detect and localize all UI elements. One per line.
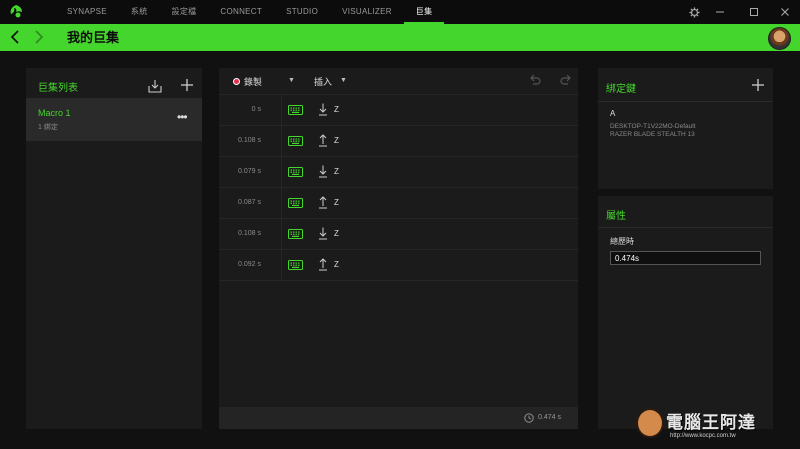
duration-field[interactable] (610, 251, 761, 265)
nav-profiles[interactable]: 設定檔 (160, 0, 209, 24)
macro-event-row[interactable]: 0.108 s Z (219, 218, 578, 249)
duration-label: 總歷時 (610, 237, 634, 246)
nav-connect[interactable]: CONNECT (208, 0, 274, 24)
undo-icon[interactable] (528, 73, 542, 87)
macro-event-row[interactable]: 0.092 s Z (219, 249, 578, 280)
page-title: 我的巨集 (67, 30, 120, 45)
event-key: Z (334, 229, 339, 238)
keyboard-icon (288, 260, 303, 270)
back-arrow-icon[interactable] (8, 29, 24, 45)
main-nav: SYNAPSE 系統 設定檔 CONNECT STUDIO VISUALIZER… (55, 0, 445, 24)
event-delay[interactable]: 0.108 s (219, 137, 261, 144)
gear-icon[interactable] (682, 0, 706, 24)
event-delay[interactable]: 0.092 s (219, 261, 261, 268)
device-profile: DESKTOP-T1V22MO-Default (610, 123, 696, 130)
record-dot-icon (233, 78, 240, 85)
keyboard-icon (288, 105, 303, 115)
add-macro-icon[interactable] (180, 78, 194, 92)
macro-event-list: 0 s Z 0.108 s Z 0.079 s Z 0.087 s Z 0.108 s Z 0.09… (219, 94, 578, 281)
insert-dropdown-icon[interactable]: ▼ (340, 77, 347, 84)
macro-list-panel: 巨集列表 Macro 1 1 綁定 ••• (26, 68, 202, 429)
divider (219, 280, 578, 281)
razer-logo-icon[interactable] (7, 3, 25, 21)
more-options-icon[interactable]: ••• (177, 110, 188, 124)
editor-footer: 0.474 s (219, 407, 578, 429)
macro-event-row[interactable]: 0.087 s Z (219, 187, 578, 218)
event-key: Z (334, 260, 339, 269)
record-button[interactable]: 錄製 (233, 75, 262, 88)
minimize-icon[interactable] (708, 0, 732, 24)
macro-event-row[interactable]: 0.079 s Z (219, 156, 578, 187)
title-bar: SYNAPSE 系統 設定檔 CONNECT STUDIO VISUALIZER… (0, 0, 800, 24)
event-key: Z (334, 167, 339, 176)
key-up-arrow-icon (319, 258, 327, 271)
total-duration: 0.474 s (538, 414, 561, 421)
event-key: Z (334, 105, 339, 114)
binding-panel: 綁定鍵 A DESKTOP-T1V22MO-Default RAZER BLAD… (598, 68, 773, 189)
event-delay[interactable]: 0.108 s (219, 230, 261, 237)
binding-title: 綁定鍵 (606, 84, 636, 95)
attributes-panel: 屬性 總歷時 (598, 196, 773, 429)
key-up-arrow-icon (319, 196, 327, 209)
avatar[interactable] (768, 27, 791, 50)
key-down-arrow-icon (319, 103, 327, 116)
forward-arrow-icon[interactable] (30, 29, 46, 45)
record-dropdown-icon[interactable]: ▼ (288, 77, 295, 84)
macro-event-row[interactable]: 0 s Z (219, 94, 578, 125)
keyboard-icon (288, 198, 303, 208)
nav-visualizer[interactable]: VISUALIZER (330, 0, 404, 24)
clock-icon (524, 413, 534, 423)
maximize-icon[interactable] (742, 0, 766, 24)
macro-name: Macro 1 (38, 108, 71, 118)
keyboard-icon (288, 167, 303, 177)
watermark-mascot-icon (636, 408, 664, 438)
event-delay[interactable]: 0 s (219, 106, 261, 113)
device-name: RAZER BLADE STEALTH 13 (610, 131, 695, 138)
key-down-arrow-icon (319, 227, 327, 240)
divider (598, 227, 773, 228)
insert-button[interactable]: 插入 (314, 75, 332, 88)
macro-event-row[interactable]: 0.108 s Z (219, 125, 578, 156)
keyboard-icon (288, 229, 303, 239)
page-header: 我的巨集 (0, 24, 800, 51)
watermark-url: http://www.kocpc.com.tw (670, 433, 736, 439)
watermark-text: 電腦王阿達 (666, 413, 756, 432)
event-key: Z (334, 136, 339, 145)
nav-studio[interactable]: STUDIO (274, 0, 330, 24)
divider (598, 101, 773, 102)
macro-editor-panel: 錄製 ▼ 插入 ▼ 0 s Z 0.108 s Z 0.079 s Z 0.087 s Z 0.… (219, 68, 578, 429)
nav-synapse[interactable]: SYNAPSE (55, 0, 119, 24)
macro-list-title: 巨集列表 (38, 83, 78, 94)
nav-system[interactable]: 系統 (119, 0, 160, 24)
bound-key[interactable]: A (610, 109, 615, 118)
nav-macro[interactable]: 巨集 (403, 0, 445, 24)
import-icon[interactable] (148, 79, 162, 93)
key-up-arrow-icon (319, 134, 327, 147)
add-binding-icon[interactable] (751, 78, 765, 92)
record-label: 錄製 (244, 77, 263, 87)
event-key: Z (334, 198, 339, 207)
macro-binding-count: 1 綁定 (38, 124, 58, 131)
bound-device: DESKTOP-T1V22MO-Default RAZER BLADE STEA… (610, 123, 696, 139)
event-delay[interactable]: 0.087 s (219, 199, 261, 206)
event-delay[interactable]: 0.079 s (219, 168, 261, 175)
watermark: 電腦王阿達 http://www.kocpc.com.tw (636, 404, 796, 446)
close-icon[interactable] (773, 0, 797, 24)
key-down-arrow-icon (319, 165, 327, 178)
macro-list-item[interactable]: Macro 1 1 綁定 ••• (26, 98, 202, 141)
keyboard-icon (288, 136, 303, 146)
redo-icon[interactable] (559, 73, 573, 87)
attributes-title: 屬性 (606, 211, 626, 222)
